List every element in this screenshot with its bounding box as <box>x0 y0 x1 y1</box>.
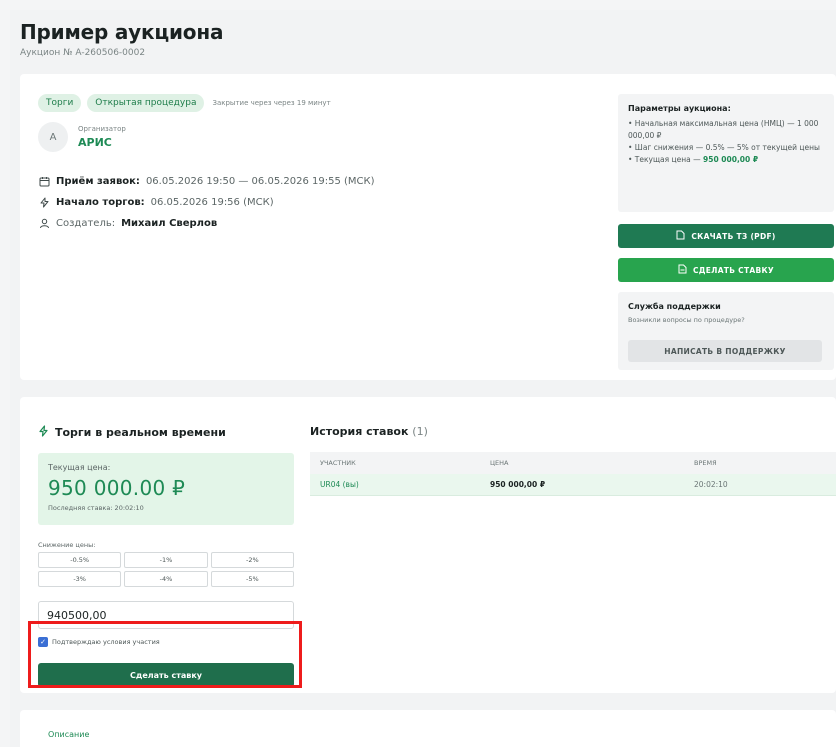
confirm-checkbox[interactable]: ✓ <box>38 637 48 647</box>
make-bid-button[interactable]: Сделать ставку <box>38 663 294 687</box>
creator-label: Создатель: <box>56 217 116 229</box>
auction-info-card: Торги Открытая процедура Закрытие через … <box>20 74 836 380</box>
lightning-icon <box>38 425 49 440</box>
confirm-label: Подтверждаю условия участия <box>52 638 160 646</box>
tags-row: Торги Открытая процедура Закрытие через … <box>38 94 331 112</box>
info-creator: Создатель: Михаил Сверлов <box>38 217 217 229</box>
col-time: ВРЕМЯ <box>694 459 717 467</box>
download-tz-button[interactable]: СКАЧАТЬ ТЗ (PDF) <box>618 224 834 248</box>
current-price-label: Текущая цена: <box>48 463 111 472</box>
confirm-terms[interactable]: ✓ Подтверждаю условия участия <box>38 637 160 647</box>
decrease-4-button[interactable]: -4% <box>124 571 208 587</box>
decrease-2-button[interactable]: -2% <box>210 552 294 568</box>
bid-amount-input[interactable]: 940500,00 <box>38 601 294 629</box>
history-count: (1) <box>412 425 428 438</box>
start-value: 06.05.2026 19:56 (МСК) <box>150 196 274 208</box>
accept-label: Приём заявок: <box>56 175 140 187</box>
realtime-title-text: Торги в реальном времени <box>55 426 226 439</box>
decrease-3-button[interactable]: -3% <box>38 571 122 587</box>
calendar-icon <box>38 175 50 187</box>
auction-number: Аукцион № A-260506-0002 <box>20 48 146 58</box>
decrease-0-5-button[interactable]: -0.5% <box>38 552 122 568</box>
download-label: СКАЧАТЬ ТЗ (PDF) <box>691 231 776 241</box>
params-current: • Текущая цена — 950 000,00 ₽ <box>628 154 824 166</box>
document-icon <box>676 230 685 242</box>
make-bid-top-button[interactable]: СДЕЛАТЬ СТАВКУ <box>618 258 834 282</box>
write-support-button[interactable]: НАПИСАТЬ В ПОДДЕРЖКУ <box>628 340 822 362</box>
history-title: История ставок (1) <box>310 425 428 438</box>
bid-history-table: УЧАСТНИК ЦЕНА ВРЕМЯ UR04 (вы) 950 000,00… <box>310 452 836 496</box>
closing-note: Закрытие через через 19 минут <box>212 99 331 107</box>
user-icon <box>38 217 50 229</box>
col-price: ЦЕНА <box>490 459 509 467</box>
bid-label: СДЕЛАТЬ СТАВКУ <box>692 265 775 275</box>
row-price: 950 000,00 ₽ <box>490 480 546 489</box>
table-row: UR04 (вы) 950 000,00 ₽ 20:02:10 <box>310 474 836 496</box>
support-text: Возникли вопросы по процедуре? <box>628 316 745 324</box>
row-participant: UR04 (вы) <box>320 480 359 489</box>
organizer-name[interactable]: АРИС <box>78 136 126 149</box>
params-current-prefix: • Текущая цена — <box>628 155 704 164</box>
decrease-1-button[interactable]: -1% <box>124 552 208 568</box>
last-bid-time: Последняя ставка: 20:02:10 <box>48 504 144 512</box>
description-card: Описание <box>20 710 836 747</box>
current-price-value: 950 000.00 ₽ <box>48 476 186 500</box>
lightning-icon <box>38 196 50 208</box>
tag-auction: Торги <box>38 94 82 112</box>
info-start: Начало торгов: 06.05.2026 19:56 (МСК) <box>38 196 274 208</box>
decrease-5-button[interactable]: -5% <box>210 571 294 587</box>
tag-open-procedure: Открытая процедура <box>87 94 205 112</box>
params-title: Параметры аукциона: <box>628 104 731 113</box>
document-icon <box>678 264 687 276</box>
support-block: Служба поддержки Возникли вопросы по про… <box>618 292 834 370</box>
auction-params: Параметры аукциона: • Начальная максимал… <box>618 94 834 212</box>
col-participant: УЧАСТНИК <box>320 459 356 467</box>
accept-value: 06.05.2026 19:50 — 06.05.2026 19:55 (МСК… <box>145 175 375 187</box>
params-step: • Шаг снижения — 0.5% — 5% от текущей це… <box>628 143 820 152</box>
realtime-card: Торги в реальном времени История ставок … <box>20 397 836 693</box>
info-accept: Приём заявок: 06.05.2026 19:50 — 06.05.2… <box>38 175 375 187</box>
organizer-label: Организатор <box>78 125 126 133</box>
tab-description[interactable]: Описание <box>48 730 89 747</box>
organizer-block: A Организатор АРИС <box>38 122 126 152</box>
current-price-box: Текущая цена: 950 000.00 ₽ Последняя ста… <box>38 453 294 525</box>
params-nmc: • Начальная максимальная цена (НМЦ) — 1 … <box>628 119 819 140</box>
avatar: A <box>38 122 68 152</box>
support-title: Служба поддержки <box>628 302 721 311</box>
page: Пример аукциона Аукцион № A-260506-0002 … <box>10 10 836 747</box>
row-time: 20:02:10 <box>694 480 728 489</box>
params-current-value: 950 000,00 ₽ <box>703 155 759 164</box>
page-title: Пример аукциона <box>20 20 224 44</box>
start-label: Начало торгов: <box>56 196 145 208</box>
decrease-label: Снижение цены: <box>38 541 96 549</box>
history-title-text: История ставок <box>310 425 409 438</box>
decrease-buttons: -0.5% -1% -2% -3% -4% -5% <box>38 552 294 587</box>
creator-value: Михаил Сверлов <box>121 217 218 229</box>
realtime-title: Торги в реальном времени <box>38 425 226 440</box>
table-header: УЧАСТНИК ЦЕНА ВРЕМЯ <box>310 452 836 474</box>
